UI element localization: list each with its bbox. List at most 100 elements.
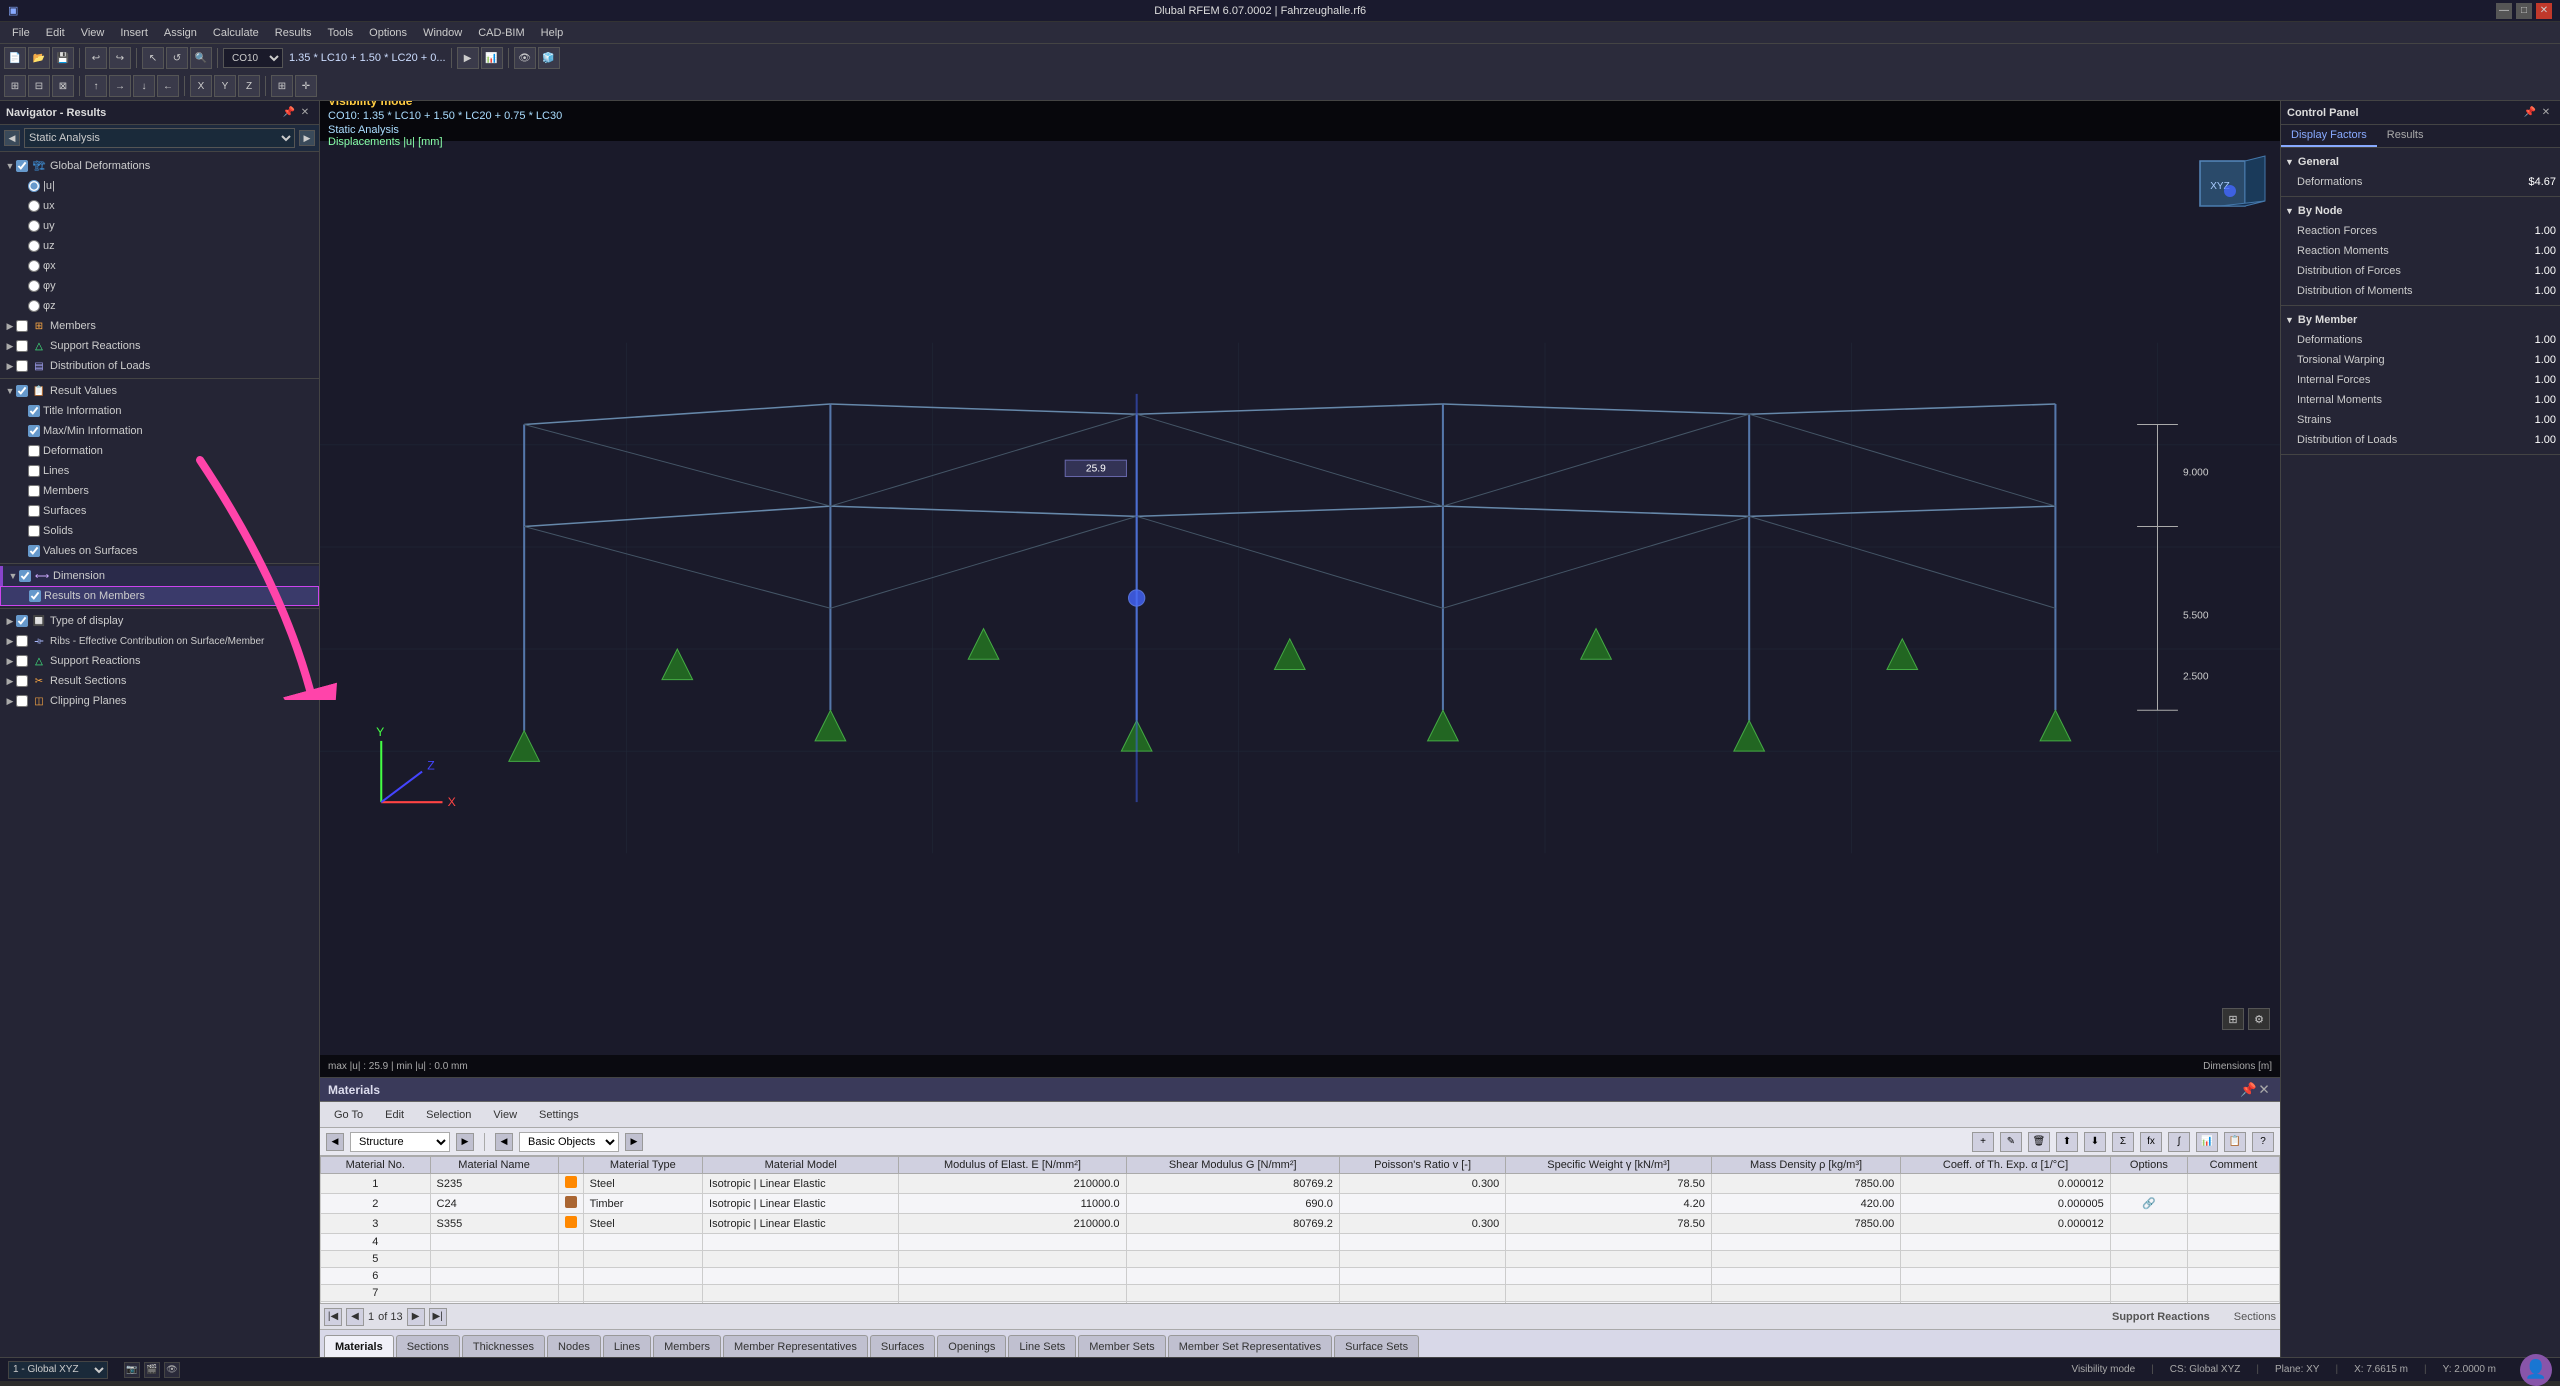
materials-close-btn[interactable]: ✕ (2256, 1082, 2272, 1098)
table-row[interactable]: 4 (321, 1234, 2280, 1251)
tb2-snap[interactable]: ✛ (295, 75, 317, 97)
tab-sections[interactable]: Sections (396, 1335, 460, 1357)
tb2-8[interactable]: X (190, 75, 212, 97)
chk-distribution-loads[interactable] (16, 360, 28, 372)
chk-global-deformations[interactable] (16, 160, 28, 172)
tb-undo-btn[interactable]: ↩ (85, 47, 107, 69)
nav-support-reactions-top[interactable]: ▶ △ Support Reactions (0, 336, 319, 356)
tb-rotate-btn[interactable]: ↺ (166, 47, 188, 69)
tab-member-representatives[interactable]: Member Representatives (723, 1335, 868, 1357)
mat-tb-5[interactable]: ⬇ (2084, 1132, 2106, 1152)
chk-ribs[interactable] (16, 635, 28, 647)
mat-tb-1[interactable]: + (1972, 1132, 1994, 1152)
objects-filter-combo[interactable]: Basic Objects (519, 1132, 619, 1152)
tb2-7[interactable]: ← (157, 75, 179, 97)
nav-distribution-loads[interactable]: ▶ ▤ Distribution of Loads (0, 356, 319, 376)
nav-members-rv[interactable]: Members (0, 481, 319, 501)
page-next-btn[interactable]: ▶ (407, 1308, 425, 1326)
chk-support-reactions[interactable] (16, 340, 28, 352)
tab-surface-sets[interactable]: Surface Sets (1334, 1335, 1419, 1357)
nav-maxmin-info[interactable]: Max/Min Information (0, 421, 319, 441)
tb-results-btn[interactable]: 📊 (481, 47, 503, 69)
chk-members[interactable] (16, 320, 28, 332)
chk-results-on-members[interactable] (29, 590, 41, 602)
nav-values-on-surfaces[interactable]: Values on Surfaces (0, 541, 319, 561)
nav-support-reactions-bottom[interactable]: ▶ △ Support Reactions (0, 651, 319, 671)
user-avatar[interactable]: 👤 (2520, 1354, 2552, 1386)
tb2-5[interactable]: → (109, 75, 131, 97)
radio-uz[interactable] (28, 240, 40, 252)
chk-dimension[interactable] (19, 570, 31, 582)
minimize-button[interactable]: — (2496, 3, 2512, 19)
tb2-2[interactable]: ⊟ (28, 75, 50, 97)
tab-members[interactable]: Members (653, 1335, 721, 1357)
filter-next-btn[interactable]: ▶ (456, 1133, 474, 1151)
menu-item-file[interactable]: File (4, 25, 38, 41)
table-row[interactable]: 2 C24 Timber Isotropic | Linear Elastic … (321, 1194, 2280, 1214)
mat-tb-10[interactable]: 📋 (2224, 1132, 2246, 1152)
objects-next-btn[interactable]: ▶ (625, 1133, 643, 1151)
sa-arrow-right[interactable]: ▶ (299, 130, 315, 146)
menu-item-options[interactable]: Options (361, 25, 415, 41)
tb-redo-btn[interactable]: ↪ (109, 47, 131, 69)
mat-tb-7[interactable]: fx (2140, 1132, 2162, 1152)
chk-title-info[interactable] (28, 405, 40, 417)
cp-tab-results[interactable]: Results (2377, 125, 2434, 147)
table-row[interactable]: 6 (321, 1268, 2280, 1285)
menu-item-window[interactable]: Window (415, 25, 470, 41)
mat-tb-11[interactable]: ? (2252, 1132, 2274, 1152)
nav-ux[interactable]: ux (0, 196, 319, 216)
menu-item-results[interactable]: Results (267, 25, 320, 41)
mat-tb-2[interactable]: ✎ (2000, 1132, 2022, 1152)
menu-item-tools[interactable]: Tools (319, 25, 361, 41)
mat-tb-4[interactable]: ⬆ (2056, 1132, 2078, 1152)
nav-type-of-display[interactable]: ▶ 🔲 Type of display (0, 611, 319, 631)
tab-surfaces[interactable]: Surfaces (870, 1335, 935, 1357)
nav-ribs[interactable]: ▶ ⟛ Ribs - Effective Contribution on Sur… (0, 631, 319, 651)
chk-type-of-display[interactable] (16, 615, 28, 627)
tab-lines[interactable]: Lines (603, 1335, 651, 1357)
tab-materials[interactable]: Materials (324, 1335, 394, 1357)
maximize-button[interactable]: □ (2516, 3, 2532, 19)
load-combo-select[interactable]: CO10 (223, 48, 283, 68)
materials-pin-btn[interactable]: 📌 (2240, 1082, 2256, 1098)
static-analysis-combo[interactable]: Static Analysis (24, 128, 295, 148)
nav-lines-rv[interactable]: Lines (0, 461, 319, 481)
status-film-btn[interactable]: 🎬 (144, 1362, 160, 1378)
page-prev-btn[interactable]: ◀ (346, 1308, 364, 1326)
tb2-1[interactable]: ⊞ (4, 75, 26, 97)
sa-arrow-left[interactable]: ◀ (4, 130, 20, 146)
table-row[interactable]: 7 (321, 1285, 2280, 1302)
navigator-pin-btn[interactable]: 📌 (281, 105, 297, 121)
nav-phiy[interactable]: φy (0, 276, 319, 296)
cp-section-header-by member[interactable]: ▼By Member (2285, 310, 2556, 330)
status-eye-btn[interactable]: 👁 (164, 1362, 180, 1378)
chk-solids-rv[interactable] (28, 525, 40, 537)
tb-save-btn[interactable]: 💾 (52, 47, 74, 69)
menu-item-help[interactable]: Help (533, 25, 572, 41)
chk-support-reactions-bottom[interactable] (16, 655, 28, 667)
menu-item-insert[interactable]: Insert (112, 25, 156, 41)
menu-item-view[interactable]: View (73, 25, 113, 41)
nav-result-values[interactable]: ▼ 📋 Result Values (0, 381, 319, 401)
chk-values-on-surfaces[interactable] (28, 545, 40, 557)
page-first-btn[interactable]: |◀ (324, 1308, 342, 1326)
table-row[interactable]: 3 S355 Steel Isotropic | Linear Elastic … (321, 1214, 2280, 1234)
tb-view-btn[interactable]: 👁 (514, 47, 536, 69)
nav-surfaces-rv[interactable]: Surfaces (0, 501, 319, 521)
navigator-close-btn[interactable]: ✕ (297, 105, 313, 121)
tab-nodes[interactable]: Nodes (547, 1335, 601, 1357)
cp-section-header-by node[interactable]: ▼By Node (2285, 201, 2556, 221)
radio-ux[interactable] (28, 200, 40, 212)
tab-line-sets[interactable]: Line Sets (1008, 1335, 1076, 1357)
tb2-10[interactable]: Z (238, 75, 260, 97)
nav-u-abs[interactable]: |u| (0, 176, 319, 196)
tb-open-btn[interactable]: 📂 (28, 47, 50, 69)
nav-solids-rv[interactable]: Solids (0, 521, 319, 541)
table-row[interactable]: 5 (321, 1251, 2280, 1268)
mat-tb-8[interactable]: ∫ (2168, 1132, 2190, 1152)
tb-new-btn[interactable]: 📄 (4, 47, 26, 69)
mat-tb-9[interactable]: 📊 (2196, 1132, 2218, 1152)
nav-phiz[interactable]: φz (0, 296, 319, 316)
tab-member-set-representatives[interactable]: Member Set Representatives (1168, 1335, 1332, 1357)
